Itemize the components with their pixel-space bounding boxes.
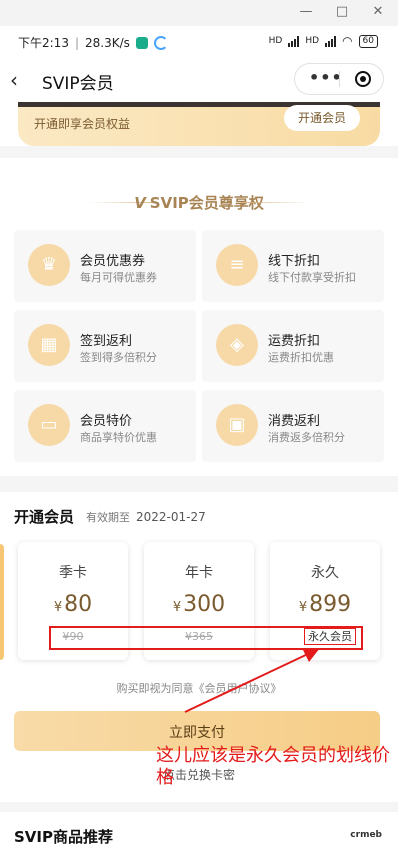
plan-price-value: 300 [183, 592, 226, 617]
tag-icon: ◈ [216, 324, 258, 366]
privilege-card[interactable]: ▣ 消费返利 消费返多倍积分 [202, 390, 384, 462]
recommend-section: SVIP商品推荐 crmeb [0, 812, 398, 862]
svip-badge-icon: V [134, 194, 146, 212]
maximize-icon[interactable]: □ [332, 4, 352, 19]
signal-icon [288, 35, 300, 47]
privilege-desc: 签到得多倍积分 [80, 351, 157, 364]
expiry-date: 2022-01-27 [136, 510, 206, 524]
scroll-edge-card [0, 544, 4, 660]
pay-now-label: 立即支付 [169, 725, 225, 741]
status-bar: 下午2:13 | 28.3K/s HD HD ◠ 60 [0, 26, 398, 58]
privilege-title: 运费折扣 [268, 334, 321, 349]
back-icon[interactable]: ‹ [10, 68, 18, 92]
vip-banner: 开通即享会员权益 开通会员 [0, 102, 398, 146]
annotation-highlight-box [49, 626, 363, 650]
privilege-card[interactable]: ▦ 签到返利 签到得多倍积分 [14, 310, 196, 382]
privilege-title: 签到返利 [80, 334, 133, 349]
calendar-icon: ▦ [28, 324, 70, 366]
agreement-text[interactable]: 购买即视为同意《会员用户协议》 [0, 680, 398, 696]
annotation-text: 这儿应该是永久会员的划线价格 [156, 745, 390, 788]
privileges-title: V SVIP会员尊享权 [0, 192, 398, 213]
recommend-title: SVIP商品推荐 [14, 828, 113, 846]
privilege-desc: 运费折扣优惠 [268, 351, 334, 364]
plan-name: 年卡 [185, 565, 213, 581]
open-membership-button[interactable]: 开通会员 [284, 105, 360, 131]
plan-price: ¥80 [18, 592, 128, 617]
coins-icon: ≡ [216, 244, 258, 286]
expiry-label: 有效期至 [86, 511, 130, 524]
crown-icon: ♛ [28, 244, 70, 286]
privilege-card[interactable]: ♛ 会员优惠券 每月可得优惠券 [14, 230, 196, 302]
wallet-icon: ▣ [216, 404, 258, 446]
privileges-title-text: SVIP会员尊享权 [149, 194, 264, 212]
crmeb-logo: crmeb [350, 830, 382, 840]
privileges-section: V SVIP会员尊享权 ♛ 会员优惠券 每月可得优惠券 ≡ 线下折扣 线下付款享受… [0, 158, 398, 476]
signal-icon-2 [325, 35, 337, 47]
wifi-icon: ◠ [342, 34, 353, 48]
privilege-desc: 商品享特价优惠 [80, 431, 157, 444]
app-notification-icon [135, 36, 148, 49]
privilege-title: 会员特价 [80, 414, 133, 429]
capsule-divider [339, 71, 340, 87]
plan-name: 季卡 [59, 565, 87, 581]
privilege-desc: 每月可得优惠券 [80, 271, 157, 284]
status-time: 下午2:13 [18, 36, 69, 50]
hd-label-2: HD [305, 36, 320, 46]
currency-symbol: ¥ [172, 600, 182, 615]
privilege-desc: 消费返多倍积分 [268, 431, 345, 444]
plan-name: 永久 [311, 565, 339, 581]
privilege-card[interactable]: ≡ 线下折扣 线下付款享受折扣 [202, 230, 384, 302]
window-titlebar: — □ ✕ [0, 0, 398, 26]
page-title: SVIP会员 [42, 74, 114, 94]
expiry-info: 有效期至 2022-01-27 [86, 509, 206, 525]
miniprogram-capsule: ••• [294, 63, 384, 95]
plan-price-value: 899 [309, 592, 352, 617]
membership-heading: 开通会员 [14, 508, 75, 526]
close-icon[interactable]: ✕ [368, 4, 388, 19]
banner-text: 开通即享会员权益 [34, 117, 131, 131]
plan-price: ¥300 [144, 592, 254, 617]
privilege-card[interactable]: ◈ 运费折扣 运费折扣优惠 [202, 310, 384, 382]
privilege-card[interactable]: ▭ 会员特价 商品享特价优惠 [14, 390, 196, 462]
title-decoration-right [240, 202, 310, 203]
privilege-title: 线下折扣 [268, 254, 321, 269]
more-icon[interactable]: ••• [309, 68, 343, 87]
loading-icon [153, 35, 168, 50]
close-miniprogram-icon[interactable] [355, 71, 371, 87]
battery-icon: 60 [358, 34, 378, 48]
privilege-desc: 线下付款享受折扣 [268, 271, 356, 284]
privilege-title: 消费返利 [268, 414, 321, 429]
currency-symbol: ¥ [53, 600, 63, 615]
hd-label-1: HD [268, 36, 283, 46]
vip-card: 开通即享会员权益 开通会员 [18, 102, 380, 146]
plan-price-value: 80 [64, 592, 93, 617]
privilege-title: 会员优惠券 [80, 254, 146, 269]
nav-bar: ‹ SVIP会员 ••• [0, 58, 398, 102]
plan-price: ¥899 [270, 592, 380, 617]
minimize-icon[interactable]: — [296, 4, 316, 19]
status-speed: 28.3K/s [85, 35, 130, 50]
ticket-icon: ▭ [28, 404, 70, 446]
currency-symbol: ¥ [298, 600, 308, 615]
